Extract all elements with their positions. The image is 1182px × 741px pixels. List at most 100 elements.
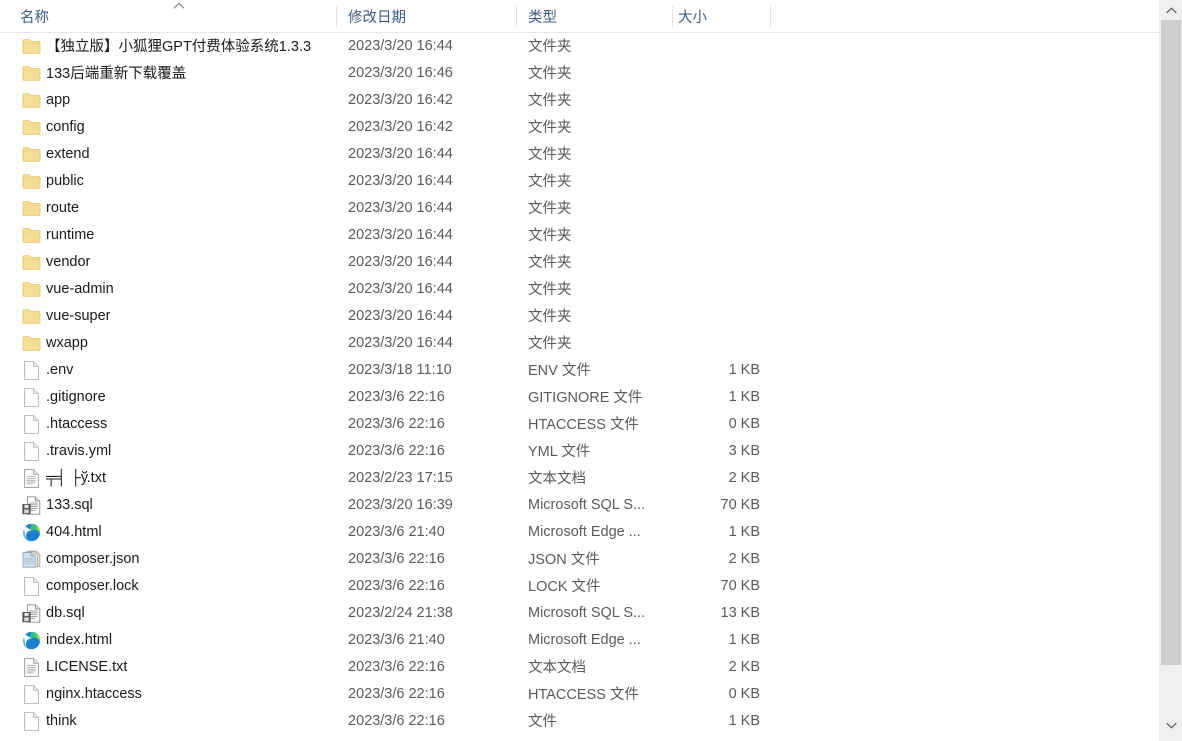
column-header-name-label: 名称	[20, 9, 49, 26]
column-header-size-label: 大小	[678, 9, 707, 26]
edge-html-icon	[21, 630, 41, 650]
date-modified-cell: 2023/3/20 16:44	[348, 280, 453, 297]
file-list-row[interactable]: .htaccess 2023/3/6 22:16 HTACCESS 文件 0 KB	[0, 410, 1160, 437]
file-type-cell: JSON 文件	[528, 552, 600, 568]
file-type-cell: 文件夹	[528, 282, 572, 298]
column-header-date-modified[interactable]: 修改日期	[348, 0, 406, 32]
scroll-up-arrow-icon[interactable]	[1160, 0, 1182, 20]
file-list-row[interactable]: nginx.htaccess 2023/3/6 22:16 HTACCESS 文件 0…	[0, 680, 1160, 707]
file-type-cell: GITIGNORE 文件	[528, 390, 643, 406]
column-divider-name-date[interactable]	[336, 6, 337, 27]
scroll-down-arrow-icon[interactable]	[1160, 715, 1182, 735]
file-name-cell: runtime	[46, 226, 95, 243]
file-list-row[interactable]: wxapp 2023/3/20 16:44 文件夹	[0, 329, 1160, 356]
file-size-cell	[640, 194, 760, 221]
file-type-cell: YML 文件	[528, 444, 591, 460]
date-modified-cell: 2023/3/6 21:40	[348, 631, 445, 648]
date-modified-cell: 2023/3/20 16:42	[348, 91, 453, 108]
file-list-row[interactable]: composer.json 2023/3/6 22:16 JSON 文件 2 KB	[0, 545, 1160, 572]
file-list-row[interactable]: 133.sql 2023/3/20 16:39 Microsoft SQL S...…	[0, 491, 1160, 518]
file-type-cell: 文件夹	[528, 201, 572, 217]
file-name-cell: composer.lock	[46, 577, 139, 594]
file-type-cell: 文件夹	[528, 120, 572, 136]
file-list-row[interactable]: runtime 2023/3/20 16:44 文件夹	[0, 221, 1160, 248]
file-name-cell: ╤╡ ├ў.txt	[46, 469, 106, 486]
date-modified-cell: 2023/2/23 17:15	[348, 469, 453, 486]
file-list-row[interactable]: .env 2023/3/18 11:10 ENV 文件 1 KB	[0, 356, 1160, 383]
file-size-cell	[640, 275, 760, 302]
folder-icon	[21, 36, 41, 56]
file-type-cell: 文本文档	[528, 660, 586, 676]
file-type-cell: 文件夹	[528, 336, 572, 352]
text-file-icon	[21, 657, 41, 677]
file-name-cell: .travis.yml	[46, 442, 112, 459]
blank-file-icon	[21, 387, 41, 407]
file-list-row[interactable]: .gitignore 2023/3/6 22:16 GITIGNORE 文件 1 KB	[0, 383, 1160, 410]
file-type-cell: HTACCESS 文件	[528, 417, 639, 433]
folder-icon	[21, 252, 41, 272]
file-list-row[interactable]: 【独立版】小狐狸GPT付费体验系统1.3.3 2023/3/20 16:44 文件夹	[0, 32, 1160, 59]
file-name-cell: app	[46, 91, 71, 108]
sql-file-icon	[21, 495, 41, 515]
file-explorer-details-view: 名称 修改日期 类型 大小 【独立版】小狐狸GPT付费体验系统1.3.3 2023…	[0, 0, 1182, 741]
column-header-type[interactable]: 类型	[528, 0, 557, 32]
file-size-cell	[640, 86, 760, 113]
file-list-row[interactable]: vue-super 2023/3/20 16:44 文件夹	[0, 302, 1160, 329]
file-list-row[interactable]: .travis.yml 2023/3/6 22:16 YML 文件 3 KB	[0, 437, 1160, 464]
file-list-row[interactable]: db.sql 2023/2/24 21:38 Microsoft SQL S... 1…	[0, 599, 1160, 626]
file-type-cell: Microsoft Edge ...	[528, 631, 641, 648]
column-divider-type-size[interactable]	[672, 6, 673, 27]
file-size-cell: 1 KB	[728, 523, 760, 540]
file-size-cell	[640, 32, 760, 59]
file-type-cell: ENV 文件	[528, 363, 591, 379]
file-name-cell: public	[46, 172, 84, 189]
file-type-cell: 文件夹	[528, 39, 572, 55]
file-list-row[interactable]: LICENSE.txt 2023/3/6 22:16 文本文档 2 KB	[0, 653, 1160, 680]
date-modified-cell: 2023/3/6 22:16	[348, 415, 445, 432]
file-list-row[interactable]: index.html 2023/3/6 21:40 Microsoft Edge .…	[0, 626, 1160, 653]
column-header-name[interactable]: 名称	[20, 0, 49, 32]
file-list-row[interactable]: route 2023/3/20 16:44 文件夹	[0, 194, 1160, 221]
file-list-row[interactable]: vue-admin 2023/3/20 16:44 文件夹	[0, 275, 1160, 302]
vertical-scrollbar[interactable]	[1159, 0, 1182, 741]
file-list-row[interactable]: think 2023/3/6 22:16 文件 1 KB	[0, 707, 1160, 734]
file-name-cell: 133.sql	[46, 496, 93, 513]
column-divider-date-type[interactable]	[516, 6, 517, 27]
blank-file-icon	[21, 576, 41, 596]
file-list-row[interactable]: config 2023/3/20 16:42 文件夹	[0, 113, 1160, 140]
file-list-row[interactable]: public 2023/3/20 16:44 文件夹	[0, 167, 1160, 194]
file-list-row[interactable]: app 2023/3/20 16:42 文件夹	[0, 86, 1160, 113]
date-modified-cell: 2023/3/6 22:16	[348, 712, 445, 729]
file-list-row[interactable]: 404.html 2023/3/6 21:40 Microsoft Edge ...…	[0, 518, 1160, 545]
file-name-cell: LICENSE.txt	[46, 658, 128, 675]
file-size-cell: 2 KB	[728, 550, 760, 567]
date-modified-cell: 2023/2/24 21:38	[348, 604, 453, 621]
file-type-cell: Microsoft SQL S...	[528, 604, 646, 621]
file-list-row[interactable]: ╤╡ ├ў.txt 2023/2/23 17:15 文本文档 2 KB	[0, 464, 1160, 491]
column-divider-size-end[interactable]	[770, 6, 771, 27]
text-file-icon	[21, 468, 41, 488]
file-size-cell: 0 KB	[728, 685, 760, 702]
date-modified-cell: 2023/3/6 22:16	[348, 442, 445, 459]
file-size-cell: 2 KB	[728, 469, 760, 486]
folder-icon	[21, 306, 41, 326]
file-type-cell: Microsoft Edge ...	[528, 523, 641, 540]
file-list-row[interactable]: vendor 2023/3/20 16:44 文件夹	[0, 248, 1160, 275]
column-header-size[interactable]: 大小	[678, 0, 707, 32]
file-size-cell	[640, 140, 760, 167]
file-type-cell: 文件夹	[528, 66, 572, 82]
date-modified-cell: 2023/3/20 16:44	[348, 334, 453, 351]
folder-icon	[21, 279, 41, 299]
date-modified-cell: 2023/3/6 21:40	[348, 523, 445, 540]
file-name-cell: wxapp	[46, 334, 88, 351]
date-modified-cell: 2023/3/20 16:39	[348, 496, 453, 513]
scrollbar-thumb[interactable]	[1161, 20, 1181, 665]
file-name-cell: composer.json	[46, 550, 140, 567]
file-list-row[interactable]: extend 2023/3/20 16:44 文件夹	[0, 140, 1160, 167]
file-list-row[interactable]: 133后端重新下载覆盖 2023/3/20 16:46 文件夹	[0, 59, 1160, 86]
file-size-cell	[640, 167, 760, 194]
file-type-cell: 文件	[528, 714, 557, 730]
blank-file-icon	[21, 441, 41, 461]
file-list-row[interactable]: composer.lock 2023/3/6 22:16 LOCK 文件 70 KB	[0, 572, 1160, 599]
file-type-cell: LOCK 文件	[528, 579, 601, 595]
